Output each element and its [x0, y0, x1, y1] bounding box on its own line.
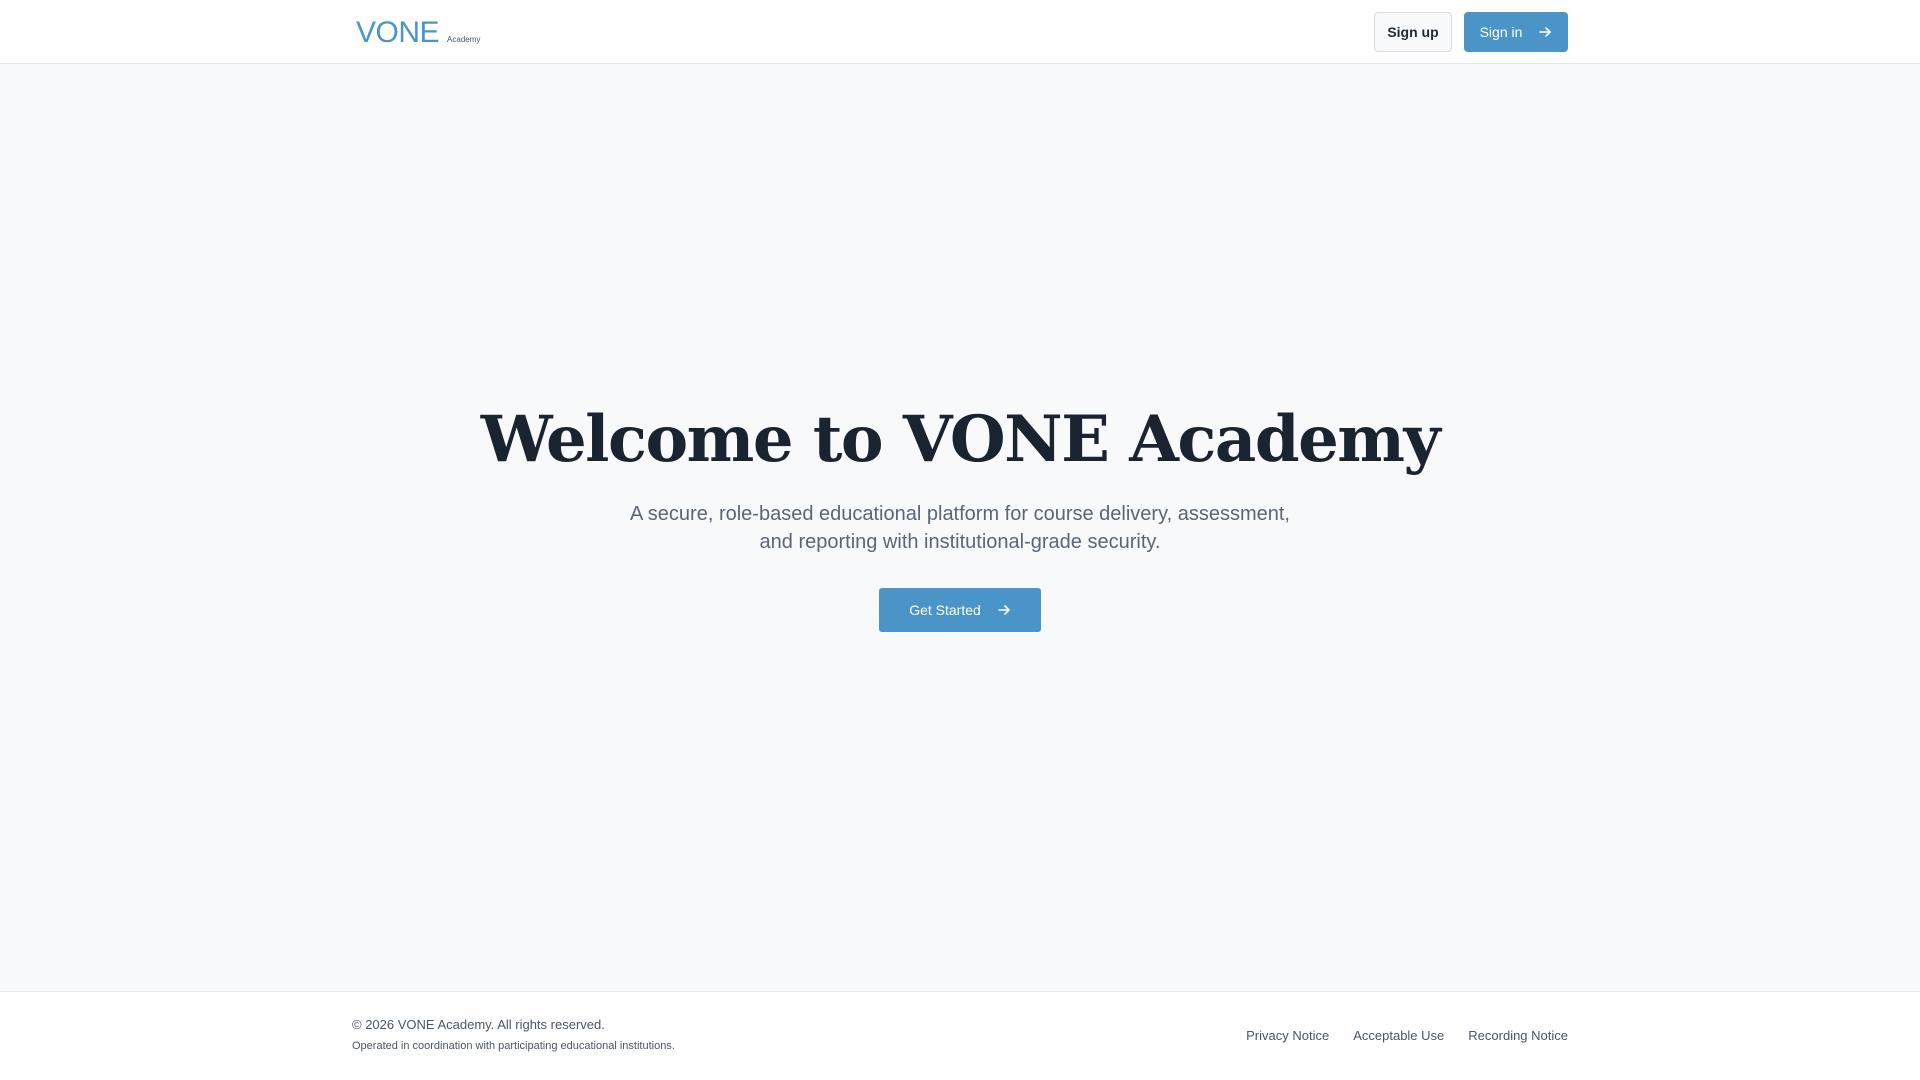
arrow-right-icon — [1538, 25, 1552, 39]
footer: © 2026 VONE Academy. All rights reserved… — [0, 991, 1920, 1080]
logo-wordmark: VONE — [356, 16, 440, 49]
top-header: VONE Academy Sign up Sign in — [0, 0, 1920, 64]
logo[interactable]: VONE Academy — [356, 16, 480, 48]
arrow-right-icon — [997, 603, 1011, 617]
hero-subtitle: A secure, role-based educational platfor… — [630, 503, 1290, 553]
privacy-notice-link[interactable]: Privacy Notice — [1246, 1028, 1329, 1043]
recording-notice-link[interactable]: Recording Notice — [1468, 1028, 1568, 1043]
sign-up-button[interactable]: Sign up — [1374, 12, 1452, 52]
get-started-button[interactable]: Get Started — [879, 588, 1041, 632]
acceptable-use-link[interactable]: Acceptable Use — [1353, 1028, 1444, 1043]
sign-up-label: Sign up — [1387, 24, 1439, 40]
get-started-label: Get Started — [909, 602, 981, 618]
page-title: Welcome to VONE Academy — [480, 402, 1441, 477]
sign-in-button[interactable]: Sign in — [1464, 12, 1568, 52]
hero-section: Welcome to VONE Academy A secure, role-b… — [0, 400, 1920, 632]
operated-text: Operated in coordination with participat… — [352, 1040, 675, 1052]
footer-links: Privacy Notice Acceptable Use Recording … — [1246, 1028, 1568, 1043]
copyright-text: © 2026 VONE Academy. All rights reserved… — [352, 1017, 605, 1032]
sign-in-label: Sign in — [1479, 24, 1523, 40]
logo-subtitle: Academy — [447, 35, 481, 44]
